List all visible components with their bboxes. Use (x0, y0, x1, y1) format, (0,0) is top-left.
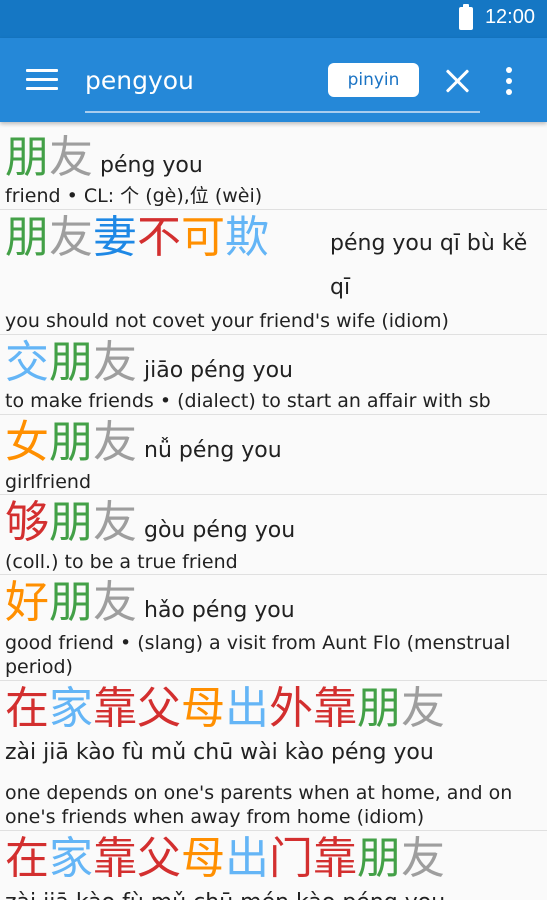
close-icon[interactable] (445, 68, 471, 94)
entry-pinyin: zài jiā kào fù mǔ chū wài kào péng you (5, 740, 434, 765)
hanzi-glyph: 朋 (357, 833, 401, 884)
battery-icon (459, 4, 473, 30)
hanzi-glyph: 靠 (93, 683, 137, 734)
hanzi-glyph: 外 (269, 683, 313, 734)
hanzi-glyph: 靠 (313, 683, 357, 734)
entry-definition: friend • CL: 个 (gè),位 (wèi) (5, 185, 263, 207)
hanzi-glyph: 靠 (93, 833, 137, 884)
hanzi-glyph: 可 (181, 212, 225, 263)
entry-definition: (coll.) to be a true friend (5, 551, 238, 573)
hanzi-glyph: 友 (401, 683, 445, 734)
hanzi-glyph: 友 (93, 417, 137, 468)
search-underline (85, 111, 480, 113)
list-item[interactable]: 在家靠父母出门靠朋友 zài jiā kào fù mǔ chū mén kào… (0, 831, 547, 900)
pinyin-mode-button[interactable]: pinyin (328, 63, 419, 97)
entry-definition: you should not covet your friend's wife … (5, 310, 449, 332)
hanzi-glyph: 妻 (93, 212, 137, 263)
hanzi-glyph: 朋 (5, 132, 49, 183)
hamburger-menu-icon[interactable] (26, 69, 58, 91)
hanzi-glyph: 够 (5, 497, 49, 548)
toolbar: pinyin (0, 38, 547, 122)
entry-definition: girlfriend (5, 471, 92, 493)
list-item[interactable]: 好朋友 hǎo péng you good friend • (slang) a … (0, 575, 547, 681)
entry-definition: one depends on one's parents when at hom… (5, 782, 513, 828)
hanzi-glyph: 朋 (49, 417, 93, 468)
hanzi-glyph: 母 (181, 833, 225, 884)
hanzi-glyph: 出 (225, 833, 269, 884)
hanzi-glyph: 父 (137, 833, 181, 884)
hanzi-glyph: 靠 (313, 833, 357, 884)
list-item[interactable]: 女朋友 nǚ péng you girlfriend (0, 415, 547, 495)
hanzi-glyph: 朋 (49, 577, 93, 628)
hanzi-glyph: 父 (137, 683, 181, 734)
hanzi-glyph: 家 (49, 833, 93, 884)
hanzi-glyph: 友 (49, 212, 93, 263)
hanzi-glyph: 朋 (49, 497, 93, 548)
list-item[interactable]: 朋友妻不可欺 péng you qī bù kě qī you should n… (0, 210, 547, 335)
list-item[interactable]: 交朋友 jiāo péng you to make friends • (dial… (0, 335, 547, 415)
hanzi-glyph: 母 (181, 683, 225, 734)
entry-definition: to make friends • (dialect) to start an … (5, 390, 491, 412)
entry-definition: good friend • (slang) a visit from Aunt … (5, 632, 511, 678)
hanzi-glyph: 友 (401, 833, 445, 884)
hanzi-glyph: 出 (225, 683, 269, 734)
hanzi-glyph: 家 (49, 683, 93, 734)
entry-pinyin: hǎo péng you (144, 598, 295, 623)
results-list: 朋友 péng you friend • CL: 个 (gè),位 (wèi) 朋… (0, 122, 547, 900)
hanzi-glyph: 友 (49, 132, 93, 183)
hanzi-glyph: 交 (5, 337, 49, 388)
hanzi-glyph: 朋 (5, 212, 49, 263)
entry-pinyin: nǚ péng you (144, 438, 282, 463)
hanzi-glyph: 门 (269, 833, 313, 884)
hanzi-glyph: 不 (137, 212, 181, 263)
entry-pinyin: péng you (100, 153, 203, 178)
hanzi-glyph: 友 (93, 577, 137, 628)
hanzi-glyph: 在 (5, 833, 49, 884)
search-input[interactable] (85, 60, 315, 100)
entry-pinyin: péng you qī bù kě qī (330, 231, 528, 300)
list-item[interactable]: 朋友 péng you friend • CL: 个 (gè),位 (wèi) (0, 122, 547, 210)
entry-pinyin: jiāo péng you (144, 358, 293, 383)
status-bar: 12:00 (0, 0, 547, 38)
hanzi-glyph: 在 (5, 683, 49, 734)
entry-pinyin: gòu péng you (144, 518, 296, 543)
hanzi-glyph: 好 (5, 577, 49, 628)
hanzi-glyph: 朋 (357, 683, 401, 734)
more-vert-icon[interactable] (506, 67, 514, 95)
hanzi-glyph: 欺 (225, 212, 269, 263)
status-time: 12:00 (484, 6, 535, 28)
list-item[interactable]: 够朋友 gòu péng you (coll.) to be a true fri… (0, 495, 547, 575)
hanzi-glyph: 朋 (49, 337, 93, 388)
hanzi-glyph: 友 (93, 337, 137, 388)
list-item[interactable]: 在家靠父母出外靠朋友 zài jiā kào fù mǔ chū wài kào… (0, 681, 547, 831)
hanzi-glyph: 友 (93, 497, 137, 548)
entry-pinyin: zài jiā kào fù mǔ chū mén kào péng you (5, 890, 445, 900)
hanzi-glyph: 女 (5, 417, 49, 468)
